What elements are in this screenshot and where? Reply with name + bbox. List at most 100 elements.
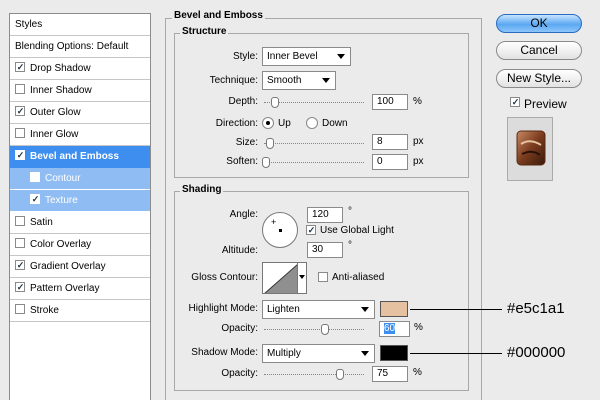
style-item-checkbox[interactable] <box>15 106 25 116</box>
style-item-bevel-and-emboss[interactable]: Bevel and Emboss <box>10 146 150 168</box>
style-item-label: Inner Glow <box>30 129 79 140</box>
style-item-checkbox[interactable] <box>15 128 25 138</box>
style-item-texture[interactable]: Texture <box>10 190 150 212</box>
anti-aliased-checkbox[interactable] <box>318 272 328 282</box>
depth-unit: % <box>413 96 422 107</box>
chevron-down-icon <box>361 351 369 356</box>
style-item-checkbox[interactable] <box>15 84 25 94</box>
shadow-callout-line <box>410 353 502 354</box>
angle-dial[interactable]: + <box>262 212 298 248</box>
technique-select-value: Smooth <box>267 75 302 86</box>
direction-label: Direction: <box>215 118 258 129</box>
gloss-contour-preview[interactable] <box>262 262 298 294</box>
styles-header[interactable]: Styles <box>10 14 150 36</box>
chevron-down-icon <box>361 307 369 312</box>
shadow-opacity-input[interactable]: 75 <box>372 366 408 382</box>
angle-input[interactable]: 120 <box>307 207 343 223</box>
soften-input[interactable]: 0 <box>372 154 408 170</box>
gloss-contour-dropdown[interactable] <box>297 262 307 294</box>
structure-title: Structure <box>180 26 229 37</box>
style-item-checkbox[interactable] <box>30 172 40 182</box>
size-input[interactable]: 8 <box>372 134 408 150</box>
shading-title: Shading <box>180 184 224 195</box>
style-item-checkbox[interactable] <box>15 260 25 270</box>
style-select[interactable]: Inner Bevel <box>262 47 351 66</box>
depth-input[interactable]: 100 <box>372 94 408 110</box>
global-light-label: Use Global Light <box>320 225 394 236</box>
size-slider-track[interactable] <box>264 143 364 144</box>
depth-slider-track[interactable] <box>264 102 364 103</box>
soften-unit: px <box>413 156 424 167</box>
shadow-opacity-label: Opacity: <box>221 368 258 379</box>
preview-label: Preview <box>524 97 567 111</box>
style-item-checkbox[interactable] <box>15 238 25 248</box>
style-item-blending-options-default[interactable]: Blending Options: Default <box>10 36 150 58</box>
highlight-mode-select[interactable]: Lighten <box>262 300 375 319</box>
size-label: Size: <box>235 137 258 148</box>
highlight-opacity-input[interactable]: 60 <box>379 321 410 337</box>
shadow-color-swatch[interactable] <box>380 345 408 361</box>
soften-slider-thumb[interactable] <box>262 157 270 168</box>
chevron-down-icon <box>337 54 345 59</box>
angle-dial-center <box>279 229 282 232</box>
style-item-outer-glow[interactable]: Outer Glow <box>10 102 150 124</box>
technique-label: Technique: <box>209 75 258 86</box>
style-item-drop-shadow[interactable]: Drop Shadow <box>10 58 150 80</box>
style-item-checkbox[interactable] <box>30 194 40 204</box>
shadow-mode-label: Shadow Mode: <box>191 347 258 358</box>
technique-select[interactable]: Smooth <box>262 71 336 90</box>
style-item-inner-glow[interactable]: Inner Glow <box>10 124 150 146</box>
cancel-button[interactable]: Cancel <box>496 41 582 60</box>
shadow-opacity-slider-track[interactable] <box>264 374 364 375</box>
style-select-value: Inner Bevel <box>267 51 318 62</box>
altitude-input[interactable]: 30 <box>307 242 343 258</box>
style-item-pattern-overlay[interactable]: Pattern Overlay <box>10 278 150 300</box>
chevron-down-icon <box>322 78 330 83</box>
size-unit: px <box>413 136 424 147</box>
shadow-mode-select[interactable]: Multiply <box>262 344 375 363</box>
preview-checkbox[interactable] <box>510 97 520 107</box>
style-item-color-overlay[interactable]: Color Overlay <box>10 234 150 256</box>
size-slider-thumb[interactable] <box>266 138 274 149</box>
style-item-inner-shadow[interactable]: Inner Shadow <box>10 80 150 102</box>
style-item-contour[interactable]: Contour <box>10 168 150 190</box>
new-style-button[interactable]: New Style... <box>496 69 582 88</box>
direction-down-radio[interactable] <box>306 117 318 129</box>
style-item-checkbox[interactable] <box>15 304 25 314</box>
highlight-opacity-slider-track[interactable] <box>264 329 364 330</box>
style-item-label: Inner Shadow <box>30 85 92 96</box>
ok-button[interactable]: OK <box>496 14 582 33</box>
style-preview-thumbnail <box>507 117 553 181</box>
style-item-satin[interactable]: Satin <box>10 212 150 234</box>
highlight-opacity-slider-thumb[interactable] <box>321 324 329 335</box>
shadow-mode-value: Multiply <box>267 348 301 359</box>
highlight-mode-label: Highlight Mode: <box>188 303 258 314</box>
style-item-checkbox[interactable] <box>15 150 25 160</box>
styles-panel: Styles Blending Options: Default Drop Sha… <box>9 13 151 400</box>
soften-slider-track[interactable] <box>264 162 364 163</box>
style-item-checkbox[interactable] <box>15 216 25 226</box>
style-item-label: Blending Options: Default <box>15 41 129 52</box>
style-preview-image <box>516 130 546 166</box>
style-item-label: Color Overlay <box>30 239 92 250</box>
style-item-label: Texture <box>45 195 78 206</box>
crosshair-icon: + <box>271 217 277 227</box>
highlight-color-swatch[interactable] <box>380 301 408 317</box>
altitude-unit: ° <box>348 240 352 251</box>
shadow-opacity-slider-thumb[interactable] <box>336 369 344 380</box>
style-item-label: Gradient Overlay <box>30 261 106 272</box>
style-item-gradient-overlay[interactable]: Gradient Overlay <box>10 256 150 278</box>
style-item-checkbox[interactable] <box>15 282 25 292</box>
style-item-checkbox[interactable] <box>15 62 25 72</box>
shadow-hex-annotation: #000000 <box>507 344 566 361</box>
style-label: Style: <box>232 51 258 62</box>
highlight-mode-value: Lighten <box>267 304 300 315</box>
highlight-opacity-unit: % <box>414 322 423 333</box>
style-item-stroke[interactable]: Stroke <box>10 300 150 322</box>
direction-up-radio[interactable] <box>262 117 274 129</box>
direction-down-label: Down <box>322 118 348 129</box>
global-light-checkbox[interactable] <box>306 225 316 235</box>
style-item-label: Contour <box>45 173 81 184</box>
highlight-opacity-label: Opacity: <box>221 323 258 334</box>
depth-slider-thumb[interactable] <box>271 97 279 108</box>
